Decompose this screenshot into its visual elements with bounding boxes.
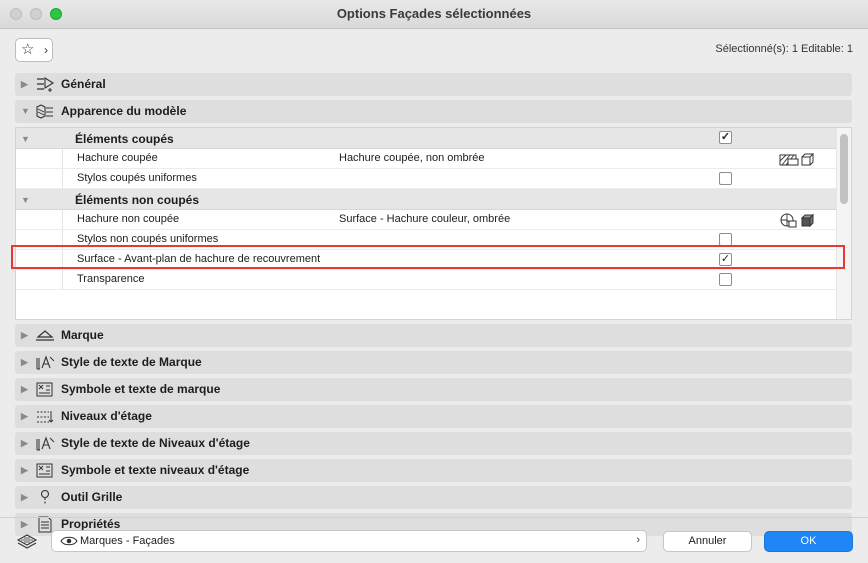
disclosure-right-icon[interactable]: ▶	[21, 465, 28, 476]
text-style-icon	[36, 355, 55, 370]
ok-button[interactable]: OK	[764, 531, 853, 552]
disclosure-right-icon[interactable]: ▶	[21, 330, 28, 341]
section-label: Niveaux d'étage	[61, 409, 152, 423]
section-label: Symbole et texte niveaux d'étage	[61, 463, 250, 477]
row-uncut-fill[interactable]: Hachure non coupée Surface - Hachure cou…	[16, 210, 851, 230]
chevron-right-icon: ›	[44, 43, 48, 57]
section-label: Général	[61, 77, 106, 91]
symbol-text-icon	[36, 382, 53, 397]
section-story-levels-text-style[interactable]: ▶ Style de texte de Niveaux d'étage	[15, 432, 852, 455]
hatch-options-icon[interactable]	[778, 151, 822, 167]
window-title: Options Façades sélectionnées	[336, 6, 532, 21]
disclosure-right-icon[interactable]: ▶	[21, 357, 28, 368]
symbol-text-icon	[36, 463, 53, 478]
marker-icon	[36, 330, 54, 341]
disclosure-down-icon[interactable]: ▼	[21, 106, 30, 116]
model-appearance-icon	[36, 104, 53, 119]
cut-elements-checkbox[interactable]: ✓	[719, 131, 732, 144]
section-label: Style de texte de Marque	[61, 355, 202, 369]
uniform-uncut-pens-checkbox[interactable]	[719, 233, 732, 246]
section-marker[interactable]: ▶ Marque	[15, 324, 852, 347]
section-label: Apparence du modèle	[61, 104, 187, 118]
row-label: Surface - Avant-plan de hachure de recou…	[77, 253, 321, 265]
row-uniform-uncut-pens[interactable]: Stylos non coupés uniformes	[16, 230, 851, 250]
section-label: Style de texte de Niveaux d'étage	[61, 436, 250, 450]
star-icon: ☆	[21, 41, 35, 58]
view-selector-label: Marques - Façades	[80, 535, 175, 547]
story-levels-icon	[37, 411, 54, 423]
eye-icon	[60, 536, 78, 546]
section-marker-symbol-text[interactable]: ▶ Symbole et texte de marque	[15, 378, 852, 401]
section-story-levels[interactable]: ▶ Niveaux d'étage	[15, 405, 852, 428]
disclosure-down-icon[interactable]: ▼	[21, 134, 30, 144]
row-label: Stylos non coupés uniformes	[77, 233, 219, 245]
transparency-checkbox[interactable]	[719, 273, 732, 286]
uniform-cut-pens-checkbox[interactable]	[719, 172, 732, 185]
disclosure-right-icon[interactable]: ▶	[21, 384, 28, 395]
settings-list: ▶ Général ▼ Apparence du modèle ▼ Élémen…	[15, 73, 852, 540]
panel-scrollbar[interactable]	[836, 128, 851, 319]
disclosure-right-icon[interactable]: ▶	[21, 411, 28, 422]
group-uncut-elements[interactable]: ▼ Éléments non coupés	[16, 189, 851, 210]
group-label: Éléments coupés	[75, 132, 174, 146]
general-settings-icon	[37, 77, 55, 92]
row-value[interactable]: Surface - Hachure couleur, ombrée	[339, 213, 510, 225]
section-label: Marque	[61, 328, 104, 342]
section-story-levels-symbol-text[interactable]: ▶ Symbole et texte niveaux d'étage	[15, 459, 852, 482]
grid-tool-icon	[40, 489, 50, 505]
section-label: Outil Grille	[61, 490, 123, 504]
group-label: Éléments non coupés	[75, 193, 200, 207]
disclosure-down-icon[interactable]: ▼	[21, 195, 30, 205]
sun-shading-icon[interactable]	[778, 212, 822, 228]
disclosure-right-icon[interactable]: ▶	[21, 438, 28, 449]
overlay-fill-foreground-checkbox[interactable]: ✓	[719, 253, 732, 266]
chevron-right-icon: ›	[636, 534, 640, 546]
section-model-appearance[interactable]: ▼ Apparence du modèle	[15, 100, 852, 123]
row-label: Hachure coupée	[77, 152, 158, 164]
scrollbar-thumb[interactable]	[840, 134, 848, 204]
disclosure-right-icon[interactable]: ▶	[21, 79, 28, 90]
row-uniform-cut-pens[interactable]: Stylos coupés uniformes	[16, 169, 851, 189]
row-label: Transparence	[77, 273, 145, 285]
row-cut-fill[interactable]: Hachure coupée Hachure coupée, non ombré…	[16, 149, 851, 169]
selection-info: Sélectionné(s): 1 Editable: 1	[715, 43, 853, 55]
cancel-button[interactable]: Annuler	[663, 531, 752, 552]
row-label: Hachure non coupée	[77, 213, 180, 225]
favorites-button[interactable]: ☆ ›	[15, 38, 53, 62]
group-cut-elements[interactable]: ▼ Éléments coupés ✓	[16, 128, 851, 149]
disclosure-right-icon[interactable]: ▶	[21, 492, 28, 503]
section-general[interactable]: ▶ Général	[15, 73, 852, 96]
window-titlebar: Options Façades sélectionnées	[0, 0, 868, 29]
row-value[interactable]: Hachure coupée, non ombrée	[339, 152, 485, 164]
text-style-icon	[36, 436, 55, 451]
view-selector[interactable]: Marques - Façades ›	[51, 530, 647, 552]
layers-stack-icon[interactable]	[16, 531, 38, 549]
section-grid-tool[interactable]: ▶ Outil Grille	[15, 486, 852, 509]
section-label: Symbole et texte de marque	[61, 382, 221, 396]
section-marker-text-style[interactable]: ▶ Style de texte de Marque	[15, 351, 852, 374]
dialog-footer: Marques - Façades › Annuler OK	[0, 517, 868, 563]
row-overlay-fill-foreground[interactable]: Surface - Avant-plan de hachure de recou…	[16, 250, 851, 270]
row-label: Stylos coupés uniformes	[77, 172, 197, 184]
row-transparency[interactable]: Transparence	[16, 270, 851, 290]
model-appearance-panel: ▼ Éléments coupés ✓ Hachure coupée Hachu…	[15, 127, 852, 320]
